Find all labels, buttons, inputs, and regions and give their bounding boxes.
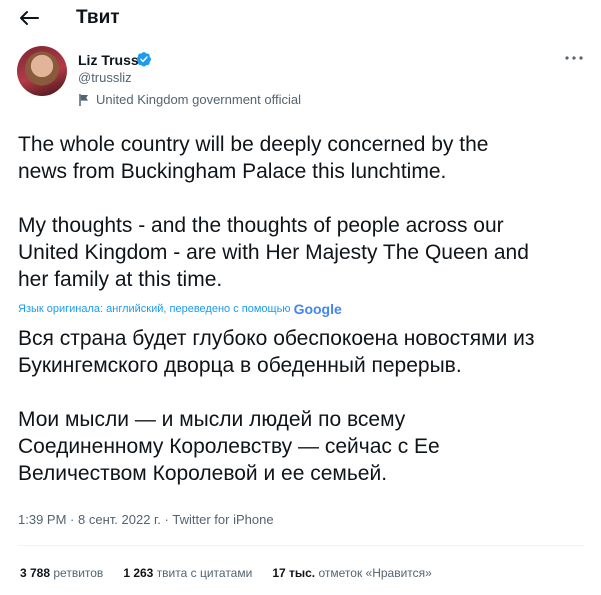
quotes-stat[interactable]: 1 263 твита с цитатами [123,565,252,581]
divider [18,545,584,546]
government-label-text: United Kingdom government official [96,92,301,107]
meta-separator: · [70,512,75,527]
tweet-meta: 1:39 PM · 8 сент. 2022 г. · Twitter for … [18,512,274,528]
government-flag-icon [79,94,88,106]
retweets-stat[interactable]: 3 788 ретвитов [20,565,103,581]
more-dots-icon[interactable] [563,53,585,63]
likes-stat[interactable]: 17 тыс. отметок «Нравится» [272,565,432,581]
likes-count: 17 тыс. [272,566,316,580]
retweets-count: 3 788 [20,566,51,580]
government-label[interactable]: United Kingdom government official [78,91,301,109]
back-arrow-icon[interactable] [14,6,44,30]
verified-badge-icon [136,52,151,67]
likes-label: отметок «Нравится» [318,566,432,580]
tweet-time[interactable]: 1:39 PM [18,512,66,527]
page-title: Твит [76,7,120,28]
google-logo[interactable]: Google [294,302,342,316]
google-wordmark: Google [293,301,342,317]
translation-note-text: Язык оригинала: английский, переведено с… [18,303,291,315]
quotes-count: 1 263 [123,566,154,580]
tweet-date[interactable]: 8 сент. 2022 г. [78,512,161,527]
quotes-label: твита с цитатами [156,566,253,580]
meta-separator: · [164,512,169,527]
tweet-stats: 3 788 ретвитов 1 263 твита с цитатами 17… [20,565,452,581]
translated-text: Вся страна будет глубоко обеспокоена нов… [18,327,535,485]
top-bar: Твит [0,0,601,38]
retweets-label: ретвитов [53,566,104,580]
author-handle[interactable]: @trussliz [78,69,132,86]
tweet-text: The whole country will be deeply concern… [18,133,529,291]
author-name[interactable]: Liz Truss [78,51,139,69]
avatar[interactable] [17,46,67,96]
tweet-source[interactable]: Twitter for iPhone [172,512,273,527]
translation-note: Язык оригинала: английский, переведено с… [18,302,342,316]
